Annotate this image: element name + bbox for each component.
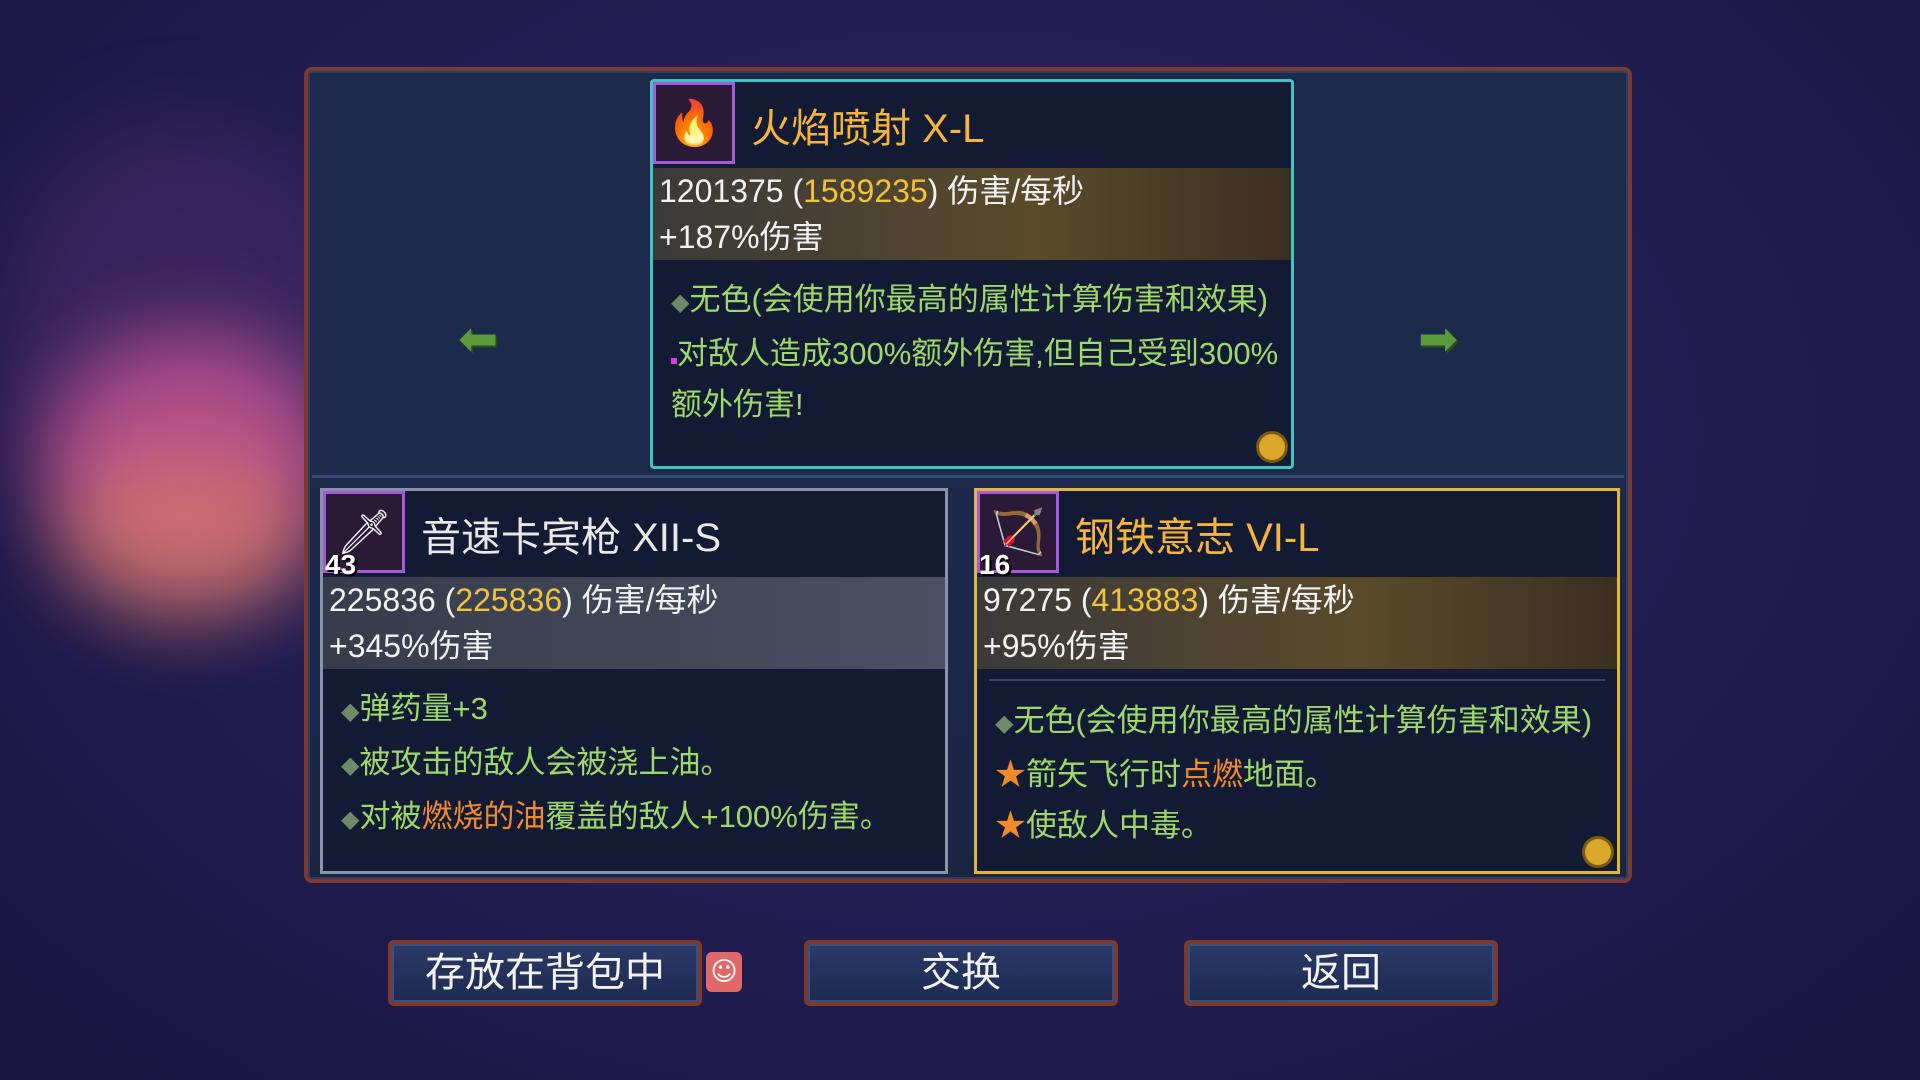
flamethrower-icon: 🔥	[653, 82, 735, 164]
item-bonus: +95%伤害	[977, 623, 1617, 669]
item-dps: 97275 (413883) 伤害/每秒	[977, 577, 1617, 623]
right-arrow-icon[interactable]: ➡	[1418, 311, 1458, 367]
divider	[312, 475, 1624, 478]
rarity-icon	[1259, 434, 1285, 460]
rarity-icon	[1585, 839, 1611, 865]
compare-item-card-left[interactable]: 🗡 43 音速卡宾枪 XII-S 225836 (225836) 伤害/每秒 +…	[320, 488, 948, 874]
back-button[interactable]: 返回	[1184, 940, 1498, 1006]
item-bonus: +345%伤害	[323, 623, 945, 669]
item-level: 16	[979, 549, 1011, 580]
item-description: ◆无色(会使用你最高的属性计算伤害和效果) 对敌人造成300%额外伤害,但自己受…	[671, 282, 1279, 422]
item-name: 钢铁意志 VI-L	[1075, 516, 1320, 560]
item-description: ◆无色(会使用你最高的属性计算伤害和效果) ★箭矢飞行时点燃地面。 ★使敌人中毒…	[995, 703, 1593, 843]
background-blur	[60, 450, 310, 620]
item-description: ◆弹药量+3 ◆被攻击的敌人会被浇上油。 ◆对被燃烧的油覆盖的敌人+100%伤害…	[341, 691, 891, 834]
store-in-backpack-button[interactable]: 存放在背包中	[388, 940, 702, 1006]
backpack-icon: ☺	[706, 952, 742, 992]
left-arrow-icon[interactable]: ⬅	[458, 311, 498, 367]
compare-item-card-right[interactable]: 🏹 16 钢铁意志 VI-L 97275 (413883) 伤害/每秒 +95%…	[974, 488, 1620, 874]
item-compare-panel: ⬅ ➡ 🔥 火焰喷射 X-L 1201375 (1589235) 伤害/每秒 +…	[304, 67, 1632, 883]
item-bonus: +187%伤害	[653, 214, 1291, 260]
item-dps: 1201375 (1589235) 伤害/每秒	[653, 168, 1291, 214]
item-dps: 225836 (225836) 伤害/每秒	[323, 577, 945, 623]
equipped-item-card[interactable]: 🔥 火焰喷射 X-L 1201375 (1589235) 伤害/每秒 +187%…	[650, 79, 1294, 469]
item-name: 音速卡宾枪 XII-S	[421, 516, 722, 560]
item-name: 火焰喷射 X-L	[751, 107, 985, 151]
swap-button[interactable]: 交换	[804, 940, 1118, 1006]
item-level: 43	[325, 549, 357, 580]
